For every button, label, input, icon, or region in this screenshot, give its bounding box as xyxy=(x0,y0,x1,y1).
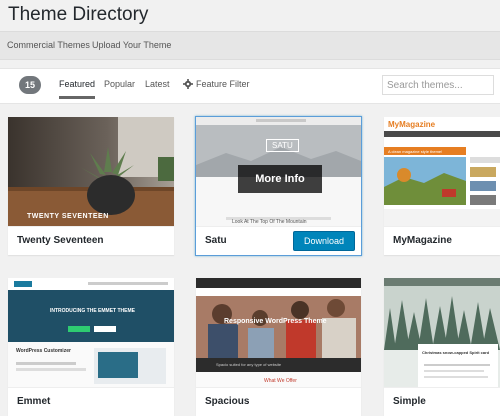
screenshot-overlay-title: TWENTY SEVENTEEN xyxy=(27,213,109,220)
theme-card-satu[interactable]: SATU Look At The Top Of The Mountain Mor… xyxy=(196,117,361,255)
more-info-overlay[interactable]: More Info xyxy=(238,165,322,193)
tab-featured[interactable]: Featured xyxy=(59,79,96,99)
sub-navigation: Commercial Themes Upload Your Theme xyxy=(0,31,500,60)
screenshot-caption: Look At The Top Of The Mountain xyxy=(232,219,307,225)
screenshot-logo: MyMagazine xyxy=(388,120,436,129)
theme-card-footer: MyMagazine xyxy=(384,226,500,255)
theme-name: Twenty Seventeen xyxy=(17,235,104,246)
theme-card-simple[interactable]: Christmas snow-capped Spirit card Simple xyxy=(384,278,500,416)
theme-screenshot xyxy=(384,117,500,227)
gear-icon xyxy=(183,79,193,89)
screenshot-footer-heading: What We Offer xyxy=(264,378,297,384)
screenshot-subheading: WordPress Customizer xyxy=(16,348,71,354)
screenshot-heading: Christmas snow-capped Spirit card xyxy=(422,350,490,355)
feature-filter-link[interactable]: Feature Filter xyxy=(196,79,250,96)
nav-commercial-themes[interactable]: Commercial Themes xyxy=(7,40,90,50)
theme-card-footer: Emmet xyxy=(8,387,174,416)
theme-card-spacious[interactable]: Responsive WordPress Theme Spacio suited… xyxy=(196,278,361,416)
screenshot-banner: A clean magazine style theme! xyxy=(388,149,443,154)
theme-count-badge: 15 xyxy=(19,76,41,94)
tab-latest[interactable]: Latest xyxy=(145,79,170,96)
search-input[interactable] xyxy=(382,75,494,95)
theme-card-mymagazine[interactable]: MyMagazine A clean magazine style theme!… xyxy=(384,117,500,255)
theme-screenshot xyxy=(8,117,174,227)
theme-filter-bar: 15 Featured Popular Latest Feature Filte… xyxy=(0,68,500,104)
tab-popular[interactable]: Popular xyxy=(104,79,135,96)
screenshot-heading: Responsive WordPress Theme xyxy=(224,318,327,325)
theme-card-emmet[interactable]: INTRODUCING THE EMMET THEME WordPress Cu… xyxy=(8,278,174,416)
theme-name: Emmet xyxy=(17,396,51,407)
theme-name: Spacious xyxy=(205,396,250,407)
screenshot-subheading: Spacio suited for any type of website xyxy=(216,362,282,367)
theme-card-footer: Twenty Seventeen xyxy=(8,226,174,255)
nav-upload-theme[interactable]: Upload Your Theme xyxy=(92,40,171,50)
screenshot-heading: INTRODUCING THE EMMET THEME xyxy=(50,308,135,314)
download-button[interactable]: Download xyxy=(292,231,355,251)
theme-card-footer: Satu Download xyxy=(196,226,361,255)
theme-card-footer: Simple xyxy=(384,387,500,416)
theme-screenshot xyxy=(196,278,361,388)
theme-screenshot xyxy=(384,278,500,388)
theme-name: MyMagazine xyxy=(393,235,452,246)
theme-name: Simple xyxy=(393,396,426,407)
screenshot-logo: SATU xyxy=(266,139,299,152)
theme-card-twenty-seventeen[interactable]: TWENTY SEVENTEEN Twenty Seventeen xyxy=(8,117,174,255)
theme-name: Satu xyxy=(205,235,227,246)
theme-screenshot xyxy=(8,278,174,388)
page-title: Theme Directory xyxy=(8,4,149,25)
theme-card-footer: Spacious xyxy=(196,387,361,416)
